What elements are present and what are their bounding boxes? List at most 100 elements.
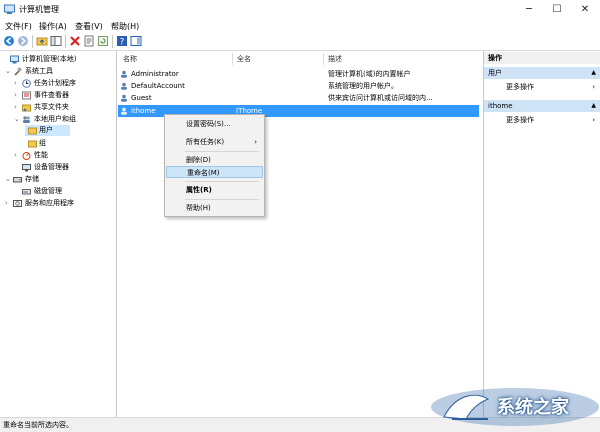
column-header-fullname[interactable]: 全名	[237, 53, 251, 65]
maximize-button[interactable]: ☐	[543, 0, 571, 19]
menu-file[interactable]: 文件(F)	[5, 21, 32, 32]
computer-management-icon	[4, 4, 15, 14]
user-icon	[121, 70, 127, 78]
tree-item-users[interactable]: 用户	[25, 125, 70, 136]
tree-label: 服务和应用程序	[25, 199, 74, 207]
collapse-caret-icon[interactable]: ▲	[591, 67, 596, 79]
more-actions-label: 更多操作	[506, 116, 534, 124]
tree-arrow[interactable]: ›	[5, 198, 13, 209]
menu-separator	[185, 181, 259, 182]
menu-item-set-password[interactable]: 设置密码(S)...	[166, 118, 263, 130]
menu-view[interactable]: 查看(V)	[75, 21, 103, 32]
tree-item-performance[interactable]: › 性能	[14, 150, 114, 161]
user-name: DefaultAccount	[131, 82, 185, 90]
menu-help[interactable]: 帮助(H)	[111, 21, 139, 32]
shared-folder-icon	[22, 104, 31, 112]
properties-icon[interactable]	[83, 35, 95, 47]
tree-item-disk-management[interactable]: 磁盘管理	[14, 186, 114, 197]
console-tree: 计算机管理(本地) ⌄ 系统工具 › 任务计划程序 › 事件查看器 › 共享文件…	[0, 51, 117, 417]
context-menu: 设置密码(S)... 所有任务(K) › 删除(D) 重命名(M) 属性(R) 帮…	[164, 114, 265, 217]
tree-label: 组	[39, 139, 46, 147]
menu-item-delete[interactable]: 删除(D)	[166, 154, 263, 166]
column-divider[interactable]	[323, 53, 324, 65]
tree-item-device-manager[interactable]: 设备管理器	[14, 162, 114, 173]
menu-separator	[185, 199, 259, 200]
event-viewer-icon	[22, 91, 31, 100]
user-description: 供来宾访问计算机或访问域的内...	[328, 94, 433, 102]
tree-item-event-viewer[interactable]: › 事件查看器	[14, 90, 114, 101]
column-header-name[interactable]: 名称	[123, 53, 137, 65]
tree-item-groups[interactable]: 组	[25, 138, 70, 149]
more-actions-users[interactable]: 更多操作 ›	[484, 81, 600, 93]
device-manager-icon	[22, 164, 31, 172]
column-divider[interactable]	[232, 53, 233, 65]
menu-item-help[interactable]: 帮助(H)	[166, 202, 263, 214]
toolbar-separator	[65, 35, 66, 48]
tree-arrow[interactable]: ›	[14, 78, 22, 89]
table-row[interactable]: DefaultAccount 系统管理的用户帐户。	[118, 80, 479, 92]
user-icon	[121, 107, 127, 115]
menu-item-label: 帮助(H)	[186, 204, 211, 212]
up-folder-icon[interactable]	[36, 35, 48, 47]
tree-arrow[interactable]: ›	[14, 90, 22, 101]
table-row[interactable]: Guest 供来宾访问计算机或访问域的内...	[118, 92, 479, 104]
actions-header-label: 操作	[488, 54, 502, 62]
chevron-right-icon: ›	[592, 83, 595, 91]
tree-arrow[interactable]: ⌄	[5, 174, 13, 185]
folder-icon	[28, 127, 37, 135]
actions-section-users[interactable]: 用户 ▲	[484, 67, 600, 79]
menu-item-label: 删除(D)	[186, 156, 211, 164]
menu-item-rename[interactable]: 重命名(M)	[166, 166, 263, 178]
toolbar-separator	[32, 35, 33, 48]
folder-icon	[28, 140, 37, 148]
computer-management-icon	[10, 55, 19, 64]
menu-item-properties[interactable]: 属性(R)	[166, 184, 263, 196]
tree-arrow[interactable]: ⌄	[14, 114, 22, 125]
tree-arrow[interactable]: ›	[14, 102, 22, 113]
tree-label: 共享文件夹	[34, 103, 69, 111]
back-icon[interactable]	[3, 35, 15, 47]
view-icon[interactable]	[130, 35, 142, 47]
title-bar: 计算机管理 ─ ☐ ✕	[0, 0, 600, 20]
collapse-caret-icon[interactable]: ▲	[591, 100, 596, 112]
forward-icon[interactable]	[17, 35, 29, 47]
tree-arrow[interactable]: ⌄	[5, 66, 13, 77]
watermark-text: 系统之家	[497, 397, 569, 418]
refresh-icon[interactable]	[97, 35, 109, 47]
tree-item-storage[interactable]: ⌄ 存储	[5, 174, 114, 185]
delete-icon[interactable]	[69, 35, 81, 47]
menu-item-all-tasks[interactable]: 所有任务(K) ›	[166, 136, 263, 148]
user-list: 名称 全名 描述 Administrator 管理计算机(域)的内置帐户 Def…	[117, 51, 482, 417]
menu-action[interactable]: 操作(A)	[39, 21, 67, 32]
tree-item-computer-management[interactable]: 计算机管理(本地)	[2, 54, 114, 65]
close-button[interactable]: ✕	[571, 0, 599, 19]
tree-label: 系统工具	[25, 67, 53, 75]
tree-item-system-tools[interactable]: ⌄ 系统工具	[5, 66, 114, 77]
table-row[interactable]: Administrator 管理计算机(域)的内置帐户	[118, 68, 479, 80]
menu-item-label: 重命名(M)	[187, 169, 220, 177]
user-icon	[121, 82, 127, 90]
tree-item-shared-folders[interactable]: › 共享文件夹	[14, 102, 114, 113]
tree-label: 用户	[39, 126, 53, 134]
user-name: Administrator	[131, 70, 179, 78]
help-icon[interactable]: ?	[116, 35, 128, 47]
status-text: 重命名当前所选内容。	[3, 421, 73, 429]
tree-label: 任务计划程序	[34, 79, 76, 87]
tree-item-task-scheduler[interactable]: › 任务计划程序	[14, 78, 114, 89]
tree-label: 性能	[34, 151, 48, 159]
show-hide-tree-icon[interactable]	[50, 35, 62, 47]
users-icon	[23, 116, 30, 123]
submenu-chevron-icon: ›	[254, 138, 257, 146]
tree-label: 存储	[25, 175, 39, 183]
toolbar-separator	[112, 35, 113, 48]
menu-item-label: 属性(R)	[186, 186, 212, 194]
user-description: 管理计算机(域)的内置帐户	[328, 70, 411, 78]
tree-item-services-apps[interactable]: › 服务和应用程序	[5, 198, 114, 209]
more-actions-ithome[interactable]: 更多操作 ›	[484, 114, 600, 126]
tree-item-local-users-groups[interactable]: ⌄ 本地用户和组	[14, 114, 114, 125]
tree-label: 本地用户和组	[34, 115, 76, 123]
actions-section-ithome[interactable]: ithome ▲	[484, 100, 600, 112]
minimize-button[interactable]: ─	[515, 0, 543, 19]
tree-arrow[interactable]: ›	[14, 150, 22, 161]
column-header-description[interactable]: 描述	[328, 53, 342, 65]
